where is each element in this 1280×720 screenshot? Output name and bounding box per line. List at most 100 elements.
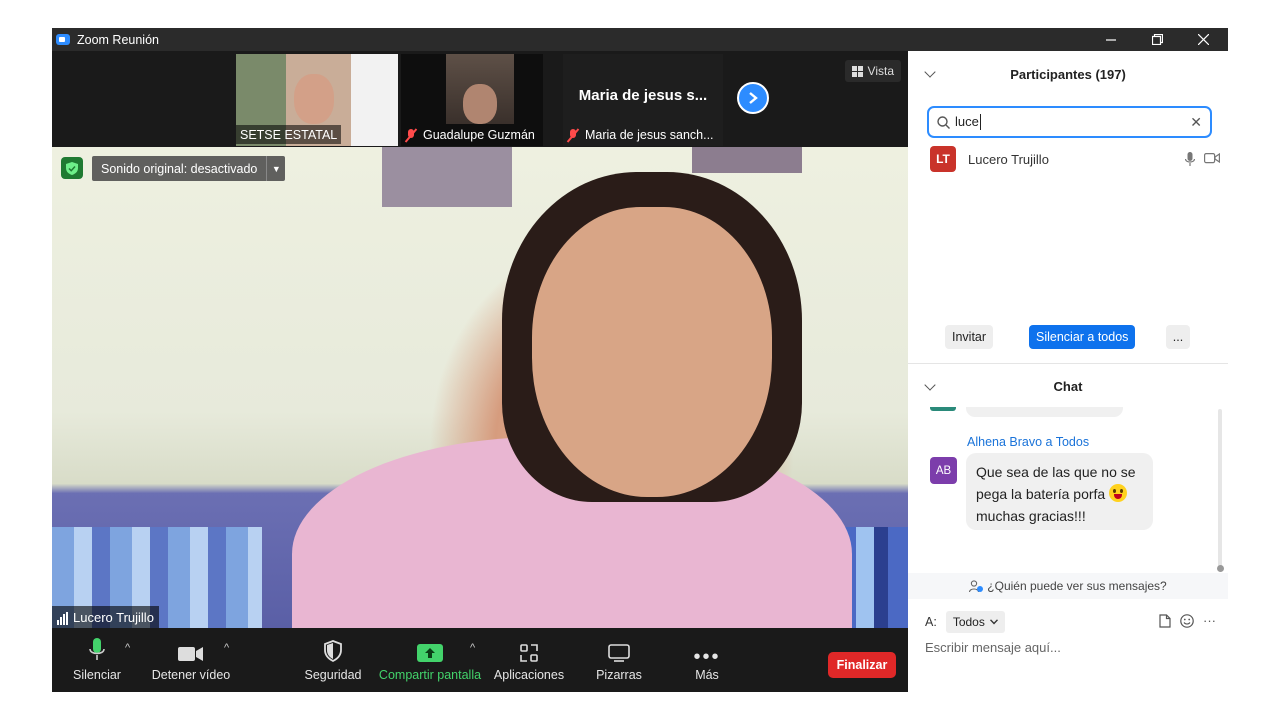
emoji-icon[interactable] [1180,613,1194,628]
video-camera-icon [178,638,204,662]
title-bar: Zoom Reunión [52,28,1228,51]
more-dots-icon[interactable]: ··· [1203,613,1216,628]
previous-message-bubble [966,407,1123,417]
collapse-chevron-icon[interactable] [924,66,936,78]
mute-label: Silenciar [73,668,121,682]
chat-message-bubble[interactable]: Que sea de las que no se pega la batería… [966,453,1153,530]
more-button[interactable]: ••• Más [682,628,732,692]
participant-image [294,74,334,124]
security-label: Seguridad [304,668,362,682]
muted-mic-icon [405,128,418,142]
thumbnail-name: Guadalupe Guzmán [401,125,539,144]
search-icon [937,115,950,129]
message-sender: Alhena Bravo a Todos [967,435,1090,449]
participants-header: Participantes (197) [908,51,1228,97]
microphone-icon [89,638,105,662]
video-camera-icon [1204,152,1220,163]
next-page-button[interactable] [737,82,769,114]
search-value: luce [955,114,981,130]
thumbnail-name: SETSE ESTATAL [236,125,342,144]
participant-name: Lucero Trujillo [968,151,1049,167]
zoom-window: Zoom Reunión SETSE ESTATAL Guadalupe Guz… [52,28,1228,692]
more-options-button[interactable]: ... [1166,325,1190,349]
original-sound-toggle[interactable]: Sonido original: desactivado ▼ [92,156,286,181]
meeting-stage: SETSE ESTATAL Guadalupe Guzmán Maria de … [52,51,908,692]
share-screen-button[interactable]: Compartir pantalla [378,628,482,692]
wall-poster [692,147,802,173]
who-can-see-label: ¿Quién puede ver sus mensajes? [987,579,1167,593]
avatar: AB [930,457,957,484]
side-panel: Participantes (197) luce ✕ LT Lucero Tru… [908,51,1228,692]
whiteboards-button[interactable]: Pizarras [590,628,648,692]
chevron-down-icon[interactable]: ▼ [267,164,285,174]
mute-button[interactable]: Silenciar [72,628,122,692]
message-text: Que sea de las que no se [976,464,1136,480]
encryption-shield-icon[interactable] [61,157,83,179]
share-screen-icon [417,638,443,662]
chevron-down-icon [989,619,998,625]
chat-actions: ··· [1159,613,1216,628]
file-icon[interactable] [1159,613,1171,628]
chat-header: Chat [908,367,1228,405]
thumbnail-title: Maria de jesus s... [578,87,708,104]
participant-face [463,84,497,124]
microphone-icon [1185,151,1195,166]
chevron-right-icon [749,92,758,104]
participant-row[interactable]: LT Lucero Trujillo [930,146,1220,172]
collapse-chevron-icon[interactable] [924,379,936,391]
main-video: Sonido original: desactivado ▼ Lucero Tr… [52,147,908,628]
message-input[interactable]: Escribir mensaje aquí... [925,640,1215,655]
share-label: Compartir pantalla [378,668,482,682]
view-button[interactable]: Vista [844,60,901,82]
minimize-button[interactable] [1088,28,1134,51]
speaker-face [532,207,772,497]
tongue-emoji-icon [1109,484,1128,502]
muted-mic-icon [567,128,580,142]
speaker-name-tag: Lucero Trujillo [52,606,159,628]
stop-video-button[interactable]: Detener vídeo [150,628,232,692]
recipient-dropdown[interactable]: Todos [945,611,1005,633]
people-icon [969,579,984,592]
clear-search-icon[interactable]: ✕ [1190,114,1202,131]
security-button[interactable]: Seguridad [302,628,364,692]
panel-divider [908,363,1228,364]
zoom-logo-icon [56,34,70,45]
chat-scrollbar[interactable] [1218,409,1222,569]
thumbnail-video[interactable]: SETSE ESTATAL [236,54,398,146]
security-shield-icon [324,638,342,662]
mute-all-button[interactable]: Silenciar a todos [1029,325,1136,349]
window-title: Zoom Reunión [77,32,159,47]
recipient-value: Todos [952,615,985,629]
video-options-caret[interactable]: ^ [224,642,229,654]
thumbnail-video[interactable]: Maria de jesus s... Maria de jesus sanch… [563,54,723,146]
message-text: muchas gracias!!! [976,508,1086,524]
close-window-button[interactable] [1180,28,1226,51]
message-text: pega la batería porfa [976,486,1106,502]
whiteboard-icon [608,638,630,662]
signal-strength-icon [57,610,69,625]
apps-label: Aplicaciones [493,668,565,682]
thumbnail-strip: SETSE ESTATAL Guadalupe Guzmán Maria de … [52,51,908,147]
recipient-label: A: [925,615,937,629]
participants-title: Participantes (197) [1010,66,1126,82]
scrollbar-thumb[interactable] [1217,565,1224,572]
avatar: LT [930,146,956,172]
participant-search-input[interactable]: luce ✕ [927,106,1212,138]
original-sound-label: Sonido original: desactivado [92,156,268,181]
invite-button[interactable]: Invitar [945,325,994,349]
meeting-toolbar: Silenciar ^ Detener vídeo ^ Seguridad Co… [52,628,908,692]
video-label: Detener vídeo [151,668,231,682]
apps-icon [520,638,538,662]
audio-options-caret[interactable]: ^ [125,642,130,654]
share-options-caret[interactable]: ^ [470,642,475,654]
who-can-see-link[interactable]: ¿Quién puede ver sus mensajes? [908,573,1228,599]
avatar [930,407,956,411]
end-meeting-button[interactable]: Finalizar [828,652,896,678]
thumbnail-video[interactable]: Guadalupe Guzmán [401,54,543,146]
restore-button[interactable] [1134,28,1180,51]
speaker-name: Lucero Trujillo [73,609,154,625]
more-label: Más [695,668,719,682]
apps-button[interactable]: Aplicaciones [492,628,566,692]
chat-title: Chat [1053,378,1083,394]
wall-poster [382,147,512,207]
